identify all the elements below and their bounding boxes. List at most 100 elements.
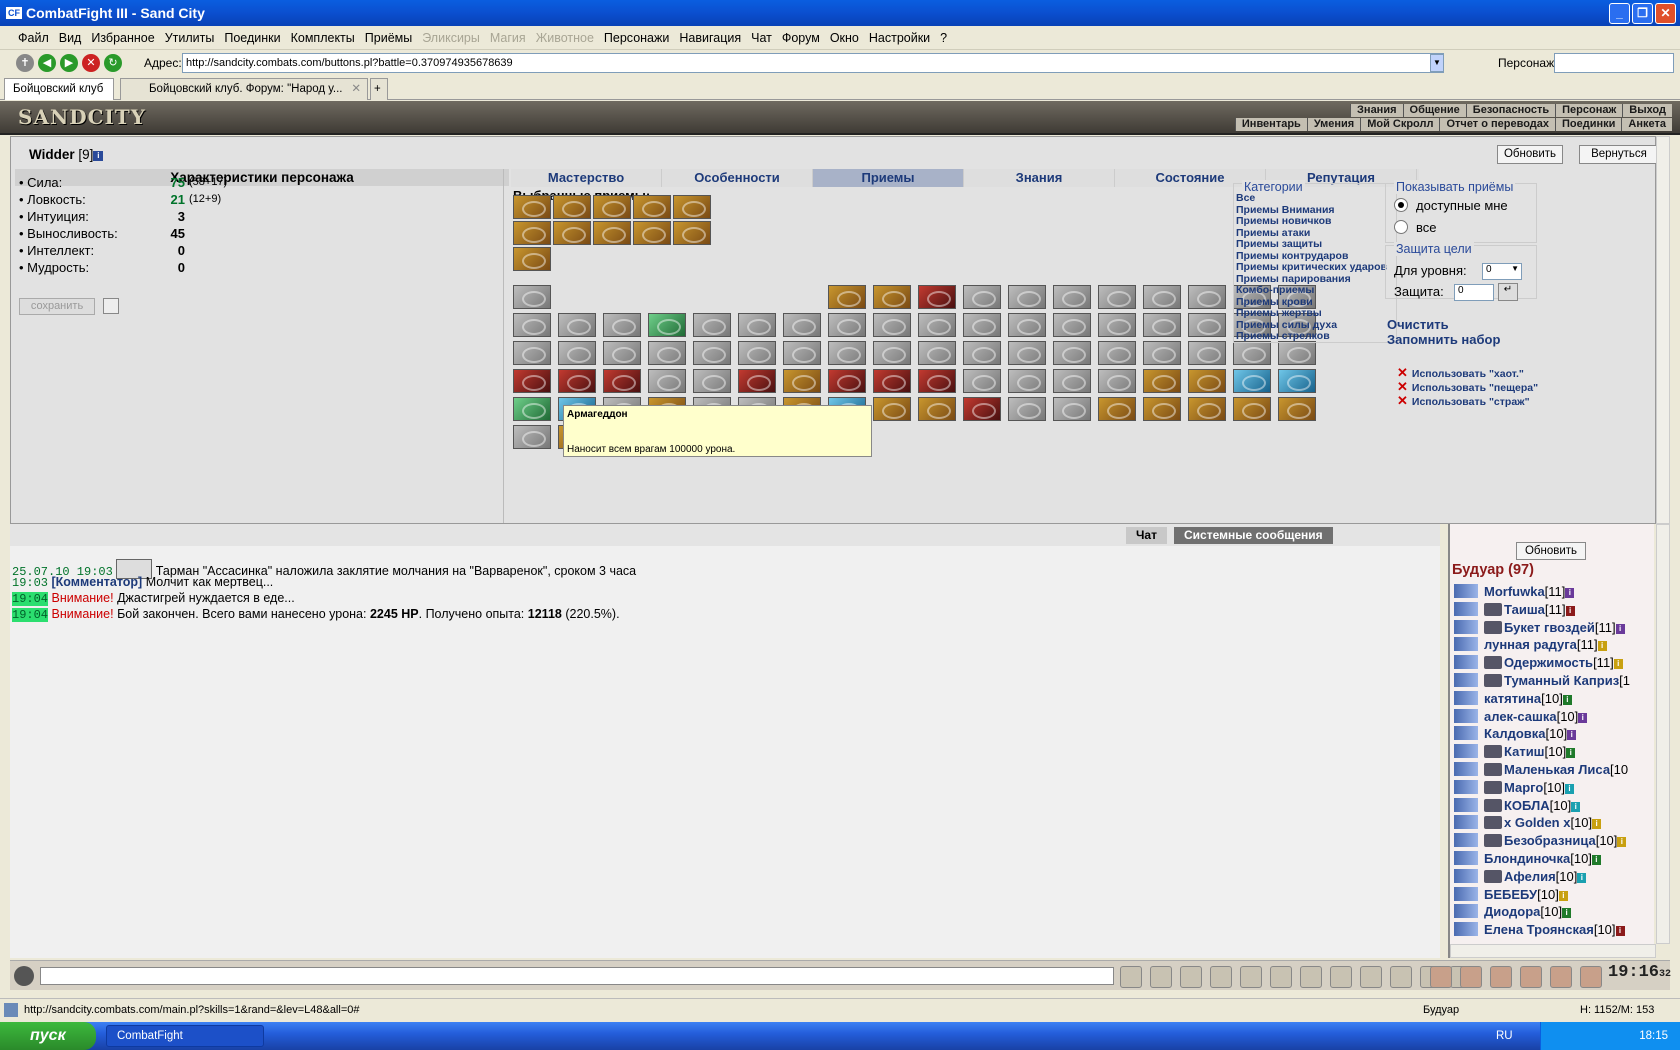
skill-slot[interactable] xyxy=(1143,285,1181,309)
chat-mode-icon[interactable] xyxy=(14,966,34,986)
toolbar-icon[interactable] xyxy=(1550,966,1572,988)
category-link[interactable]: Приемы защиты xyxy=(1236,238,1322,250)
category-link[interactable]: Приемы силы духа xyxy=(1236,319,1337,331)
forward-icon[interactable]: ▶ xyxy=(60,54,78,72)
menu-item[interactable]: ? xyxy=(940,31,947,45)
toolbar-icon[interactable] xyxy=(1210,966,1232,988)
info-icon[interactable]: i xyxy=(1562,908,1572,919)
game-menu-item[interactable]: Персонаж xyxy=(1555,104,1623,117)
skill-slot[interactable] xyxy=(673,195,711,219)
skill-slot[interactable] xyxy=(513,425,551,449)
menu-item[interactable]: Вид xyxy=(59,31,82,45)
skill-slot[interactable] xyxy=(963,341,1001,365)
private-arrow-icon[interactable] xyxy=(1454,815,1478,830)
clear-link[interactable]: Очистить xyxy=(1387,317,1449,332)
user-name[interactable]: БЕБЕБУ xyxy=(1484,887,1537,902)
menu-item[interactable]: Приёмы xyxy=(365,31,412,45)
save-checkbox[interactable] xyxy=(103,298,119,314)
menu-item[interactable]: Комплекты xyxy=(291,31,355,45)
toolbar-icon[interactable] xyxy=(1390,966,1412,988)
skill-slot[interactable] xyxy=(1278,341,1316,365)
chat-input[interactable] xyxy=(40,967,1114,985)
toolbar-icon[interactable] xyxy=(1120,966,1142,988)
language-indicator[interactable]: RU xyxy=(1496,1022,1513,1050)
skill-slot[interactable] xyxy=(738,341,776,365)
private-arrow-icon[interactable] xyxy=(1454,601,1478,616)
toolbar-icon[interactable] xyxy=(1430,966,1452,988)
user-name[interactable]: Маленькая Лиса xyxy=(1504,762,1610,777)
skill-slot[interactable] xyxy=(693,341,731,365)
user-row[interactable]: Марго[10] i xyxy=(1454,779,1575,798)
reload-icon[interactable]: ↻ xyxy=(104,54,122,72)
skill-slot[interactable] xyxy=(963,285,1001,309)
skill-slot[interactable] xyxy=(1188,369,1226,393)
info-icon[interactable]: i xyxy=(1592,819,1602,830)
user-name[interactable]: лунная радуга xyxy=(1484,637,1577,652)
user-row[interactable]: БЕБЕБУ[10] i xyxy=(1454,886,1568,905)
skill-slot[interactable] xyxy=(918,285,956,309)
main-scrollbar[interactable] xyxy=(1656,136,1670,524)
user-row[interactable]: Калдовка[10] i xyxy=(1454,726,1577,744)
toolbar-icon[interactable] xyxy=(1580,966,1602,988)
menu-item[interactable]: Утилиты xyxy=(165,31,215,45)
user-name[interactable]: Букет гвоздей xyxy=(1504,620,1595,635)
skill-slot[interactable] xyxy=(738,313,776,337)
menu-item[interactable]: Животное xyxy=(536,31,594,45)
skill-slot[interactable] xyxy=(693,313,731,337)
skill-slot[interactable] xyxy=(513,341,551,365)
game-menu-item[interactable]: Безопасность xyxy=(1465,104,1556,117)
category-link[interactable]: Приемы критических ударов xyxy=(1236,261,1387,273)
skill-slot[interactable] xyxy=(603,313,641,337)
category-link[interactable]: Приемы контрударов xyxy=(1236,250,1348,262)
close-tab-icon[interactable]: ✕ xyxy=(351,79,361,99)
tab-forum[interactable]: Бойцовский клуб. Форум: "Народ у... ✕ xyxy=(120,78,368,100)
tab-club[interactable]: Бойцовский клуб xyxy=(4,78,114,100)
user-name[interactable]: Туманный Каприз xyxy=(1504,673,1619,688)
skill-slot[interactable] xyxy=(558,313,596,337)
user-name[interactable]: Калдовка xyxy=(1484,726,1546,741)
game-menu-item[interactable]: Знания xyxy=(1350,104,1403,117)
start-button[interactable]: пуск xyxy=(0,1022,96,1050)
chevron-down-icon[interactable]: ▼ xyxy=(1430,54,1444,72)
toolbar-icon[interactable] xyxy=(1460,966,1482,988)
game-menu-item[interactable]: Мой Скролл xyxy=(1360,118,1440,131)
skill-slot[interactable] xyxy=(1098,285,1136,309)
category-link[interactable]: Комбо-приемы xyxy=(1236,284,1314,296)
skill-slot[interactable] xyxy=(1188,397,1226,421)
skill-slot[interactable] xyxy=(1143,397,1181,421)
user-row[interactable]: Таиша[11] i xyxy=(1454,601,1575,620)
user-name[interactable]: Morfuwka xyxy=(1484,584,1545,599)
skill-slot[interactable] xyxy=(918,369,956,393)
game-menu-item[interactable]: Выход xyxy=(1622,104,1672,117)
skill-slot[interactable] xyxy=(1008,285,1046,309)
user-name[interactable]: Таиша xyxy=(1504,602,1545,617)
user-name[interactable]: Катиш xyxy=(1504,744,1545,759)
user-name[interactable]: Безобразница xyxy=(1504,833,1596,848)
skill-slot[interactable] xyxy=(648,369,686,393)
toolbar-icon[interactable] xyxy=(1240,966,1262,988)
private-arrow-icon[interactable] xyxy=(1454,779,1478,794)
skill-slot[interactable] xyxy=(828,369,866,393)
category-link[interactable]: Приемы стрелков xyxy=(1236,330,1330,342)
skill-slot[interactable] xyxy=(873,313,911,337)
user-row[interactable]: Афелия[10] i xyxy=(1454,868,1587,887)
skill-slot[interactable] xyxy=(1098,397,1136,421)
menu-item[interactable]: Навигация xyxy=(679,31,741,45)
skill-slot[interactable] xyxy=(1188,341,1226,365)
skill-slot[interactable] xyxy=(783,369,821,393)
skill-slot[interactable] xyxy=(553,195,591,219)
private-arrow-icon[interactable] xyxy=(1454,584,1478,598)
user-row[interactable]: Туманный Каприз[1 xyxy=(1454,673,1630,691)
tab-chat[interactable]: Чат xyxy=(1126,527,1167,544)
user-row[interactable]: катятина[10] i xyxy=(1454,690,1572,709)
room-scrollbar[interactable] xyxy=(1656,524,1670,944)
private-arrow-icon[interactable] xyxy=(1454,655,1478,670)
tab-section[interactable]: Особенности xyxy=(662,169,813,187)
user-name[interactable]: Блондиночка xyxy=(1484,851,1570,866)
skill-slot[interactable] xyxy=(558,341,596,365)
private-arrow-icon[interactable] xyxy=(1454,886,1478,901)
info-icon[interactable]: i xyxy=(1613,659,1623,670)
pin-icon[interactable]: ✝ xyxy=(16,54,34,72)
private-arrow-icon[interactable] xyxy=(1454,851,1478,865)
toolbar-icon[interactable] xyxy=(1270,966,1292,988)
